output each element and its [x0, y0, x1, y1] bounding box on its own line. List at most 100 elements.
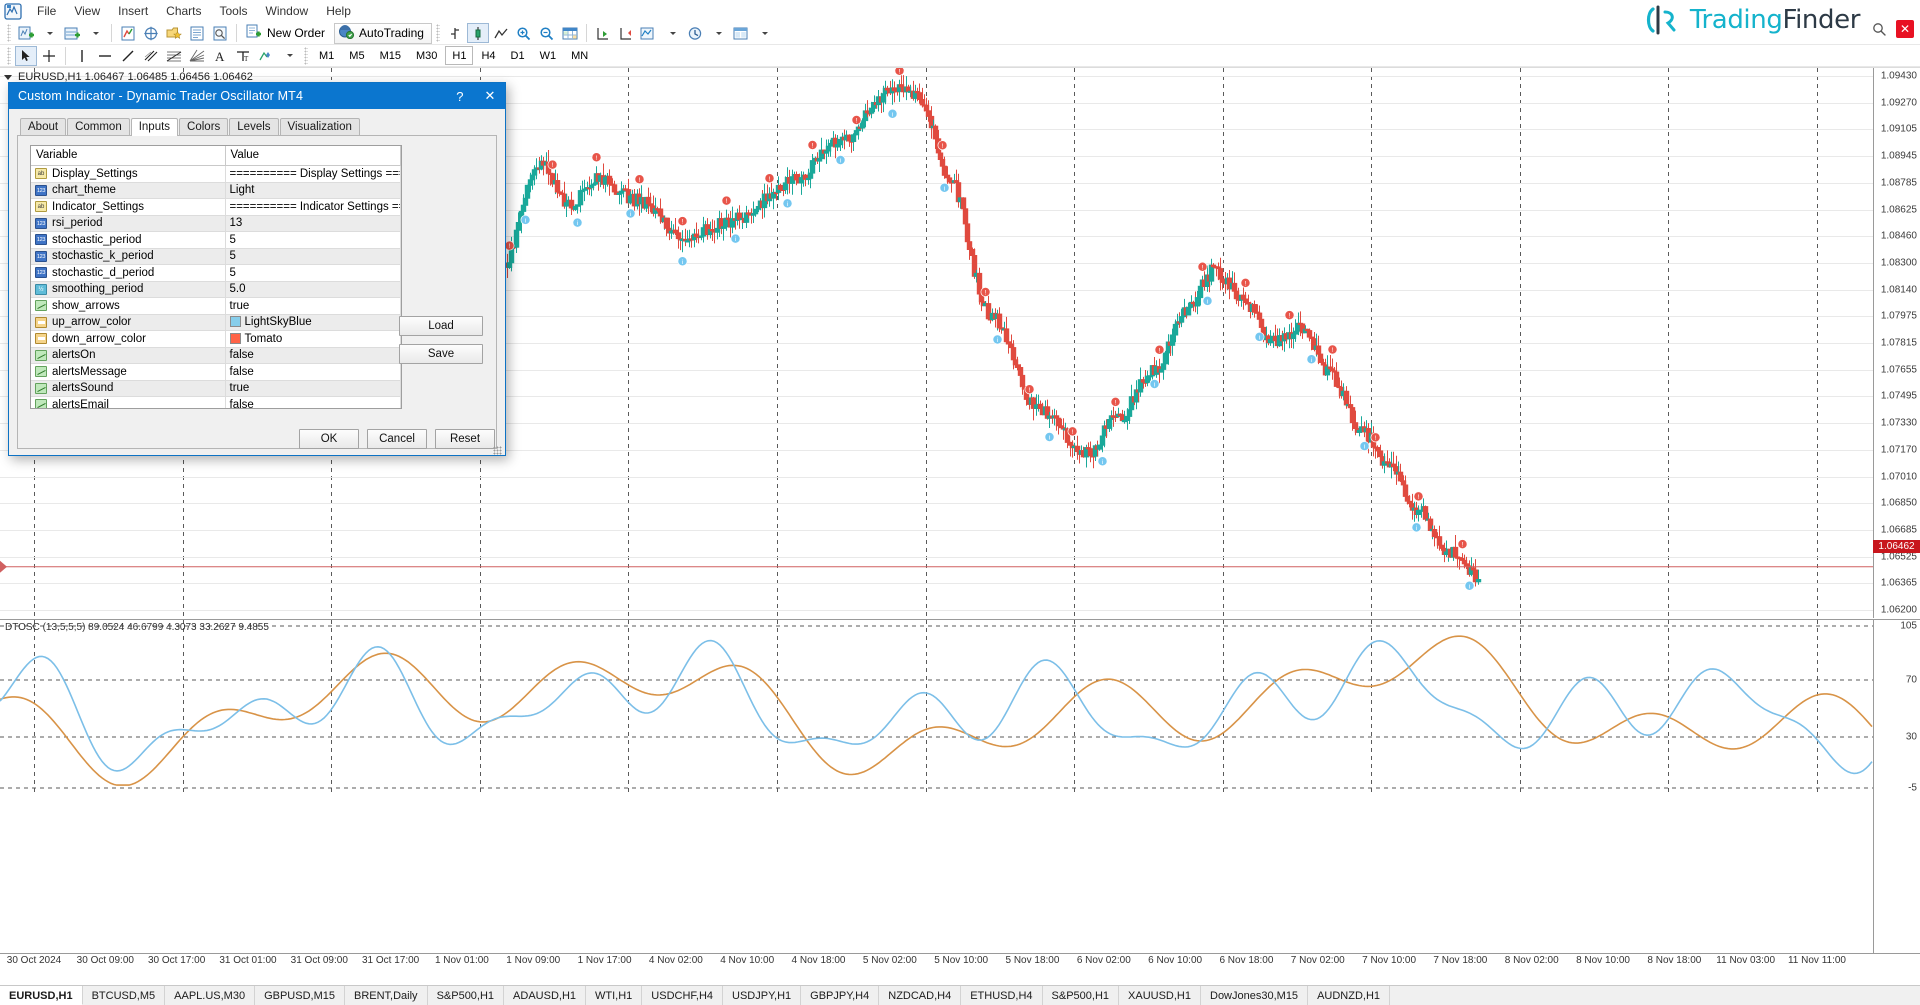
cancel-button[interactable]: Cancel	[367, 429, 427, 449]
text-label-icon[interactable]: T	[232, 46, 254, 66]
custom-indicator-dialog[interactable]: Custom Indicator - Dynamic Trader Oscill…	[8, 82, 506, 456]
chart-tab-6[interactable]: ADAUSD,H1	[504, 986, 586, 1005]
chart-tab-2[interactable]: AAPL.US,M30	[165, 986, 255, 1005]
chart-tab-8[interactable]: USDCHF,H4	[642, 986, 723, 1005]
menu-window[interactable]: Window	[257, 2, 318, 20]
load-button[interactable]: Load	[399, 316, 483, 336]
equidistant-channel-icon[interactable]	[140, 46, 162, 66]
data-window-icon[interactable]	[559, 23, 581, 43]
toolbar-grip-2[interactable]	[436, 24, 440, 42]
autoscroll-icon[interactable]	[592, 23, 614, 43]
table-row[interactable]: abIndicator_Settings========== Indicator…	[31, 199, 401, 216]
save-button[interactable]: Save	[399, 344, 483, 364]
templates-dropdown-icon[interactable]	[753, 23, 775, 43]
parameter-value-cell[interactable]: true	[225, 298, 401, 315]
menu-view[interactable]: View	[65, 2, 109, 20]
table-row[interactable]: 123chart_themeLight	[31, 182, 401, 199]
oscillator-plot[interactable]	[0, 620, 1873, 953]
price-scale[interactable]: 1.094301.092701.091051.089451.087851.086…	[1873, 68, 1920, 618]
parameters-grid[interactable]: Variable Value abDisplay_Settings=======…	[30, 145, 402, 409]
parameter-value-cell[interactable]: Light	[225, 182, 401, 199]
zoom-out-icon[interactable]	[536, 23, 558, 43]
toolbar-grip-4[interactable]	[304, 47, 308, 65]
timeframe-w1[interactable]: W1	[533, 46, 564, 65]
parameter-value-cell[interactable]: Tomato	[225, 331, 401, 348]
indicator-pane[interactable]: DTOSC (13,5,5,5) 89.0524 46.6799 4.3073 …	[0, 619, 1920, 953]
navigator-icon[interactable]	[140, 23, 162, 43]
timeframe-d1[interactable]: D1	[504, 46, 532, 65]
ok-button[interactable]: OK	[299, 429, 359, 449]
dialog-close-icon[interactable]: ✕	[475, 83, 505, 109]
timeframe-m30[interactable]: M30	[409, 46, 444, 65]
autotrading-button[interactable]: AutoTrading	[334, 23, 432, 44]
toolbar-grip-3[interactable]	[7, 47, 11, 65]
parameter-value-cell[interactable]: 5	[225, 265, 401, 282]
reset-button[interactable]: Reset	[435, 429, 495, 449]
chart-tab-5[interactable]: S&P500,H1	[428, 986, 504, 1005]
parameter-value-cell[interactable]: ========== Indicator Settings ==========	[225, 199, 401, 216]
table-row[interactable]: up_arrow_colorLightSkyBlue	[31, 314, 401, 331]
timeframe-h1[interactable]: H1	[445, 46, 473, 65]
strategy-tester-icon[interactable]	[209, 23, 231, 43]
chart-tab-16[interactable]: AUDNZD,H1	[1308, 986, 1390, 1005]
indicators-icon[interactable]	[638, 23, 660, 43]
chart-tab-13[interactable]: S&P500,H1	[1043, 986, 1119, 1005]
profiles-icon[interactable]	[61, 23, 83, 43]
templates-icon[interactable]	[730, 23, 752, 43]
fibonacci-fan-icon[interactable]	[186, 46, 208, 66]
market-watch-icon[interactable]	[117, 23, 139, 43]
table-row[interactable]: 123rsi_period13	[31, 215, 401, 232]
parameter-value-cell[interactable]: ========== Display Settings ==========	[225, 166, 401, 183]
menu-help[interactable]: Help	[317, 2, 360, 20]
search-icon[interactable]	[1872, 22, 1886, 36]
timeframe-m1[interactable]: M1	[312, 46, 341, 65]
bar-chart-icon[interactable]	[444, 23, 466, 43]
chart-collapse-icon[interactable]	[4, 75, 12, 80]
chart-tab-4[interactable]: BRENT,Daily	[345, 986, 428, 1005]
line-chart-icon[interactable]	[490, 23, 512, 43]
table-row[interactable]: ½smoothing_period5.0	[31, 281, 401, 298]
timeframe-m5[interactable]: M5	[342, 46, 371, 65]
candlestick-icon[interactable]	[467, 23, 489, 43]
parameter-value-cell[interactable]: true	[225, 380, 401, 397]
new-order-button[interactable]: New Order	[242, 23, 333, 44]
close-icon[interactable]: ✕	[1896, 20, 1914, 38]
new-chart-dropdown-icon[interactable]	[38, 23, 60, 43]
menu-tools[interactable]: Tools	[211, 2, 257, 20]
table-row[interactable]: alertsMessagefalse	[31, 364, 401, 381]
oscillator-scale[interactable]: 1057030-5	[1873, 620, 1920, 953]
menu-file[interactable]: File	[28, 2, 65, 20]
chart-tab-9[interactable]: USDJPY,H1	[723, 986, 801, 1005]
table-row[interactable]: show_arrowstrue	[31, 298, 401, 315]
table-row[interactable]: down_arrow_colorTomato	[31, 331, 401, 348]
new-chart-icon[interactable]	[15, 23, 37, 43]
parameter-value-cell[interactable]: false	[225, 397, 401, 410]
chart-tab-10[interactable]: GBPJPY,H4	[801, 986, 879, 1005]
vertical-line-icon[interactable]	[71, 46, 93, 66]
tab-common[interactable]: Common	[67, 118, 130, 135]
chart-shift-icon[interactable]	[615, 23, 637, 43]
parameter-value-cell[interactable]: LightSkyBlue	[225, 314, 401, 331]
favorites-icon[interactable]	[163, 23, 185, 43]
tab-visualization[interactable]: Visualization	[280, 118, 360, 135]
table-row[interactable]: alertsOnfalse	[31, 347, 401, 364]
tab-colors[interactable]: Colors	[179, 118, 228, 135]
cursor-icon[interactable]	[15, 46, 37, 66]
shapes-dropdown-icon[interactable]	[278, 46, 300, 66]
toolbar-grip[interactable]	[7, 24, 11, 42]
chart-tab-14[interactable]: XAUUSD,H1	[1119, 986, 1201, 1005]
help-icon[interactable]: ?	[445, 83, 475, 109]
timeframe-mn[interactable]: MN	[564, 46, 595, 65]
horizontal-line-icon[interactable]	[94, 46, 116, 66]
crosshair-icon[interactable]	[38, 46, 60, 66]
table-row[interactable]: alertsSoundtrue	[31, 380, 401, 397]
terminal-icon[interactable]	[186, 23, 208, 43]
parameter-value-cell[interactable]: 13	[225, 215, 401, 232]
chart-tab-1[interactable]: BTCUSD,M5	[83, 986, 166, 1005]
timeframe-m15[interactable]: M15	[373, 46, 408, 65]
zoom-in-icon[interactable]	[513, 23, 535, 43]
table-row[interactable]: 123stochastic_d_period5	[31, 265, 401, 282]
parameter-value-cell[interactable]: 5	[225, 232, 401, 249]
shapes-icon[interactable]	[255, 46, 277, 66]
tab-about[interactable]: About	[20, 118, 66, 135]
